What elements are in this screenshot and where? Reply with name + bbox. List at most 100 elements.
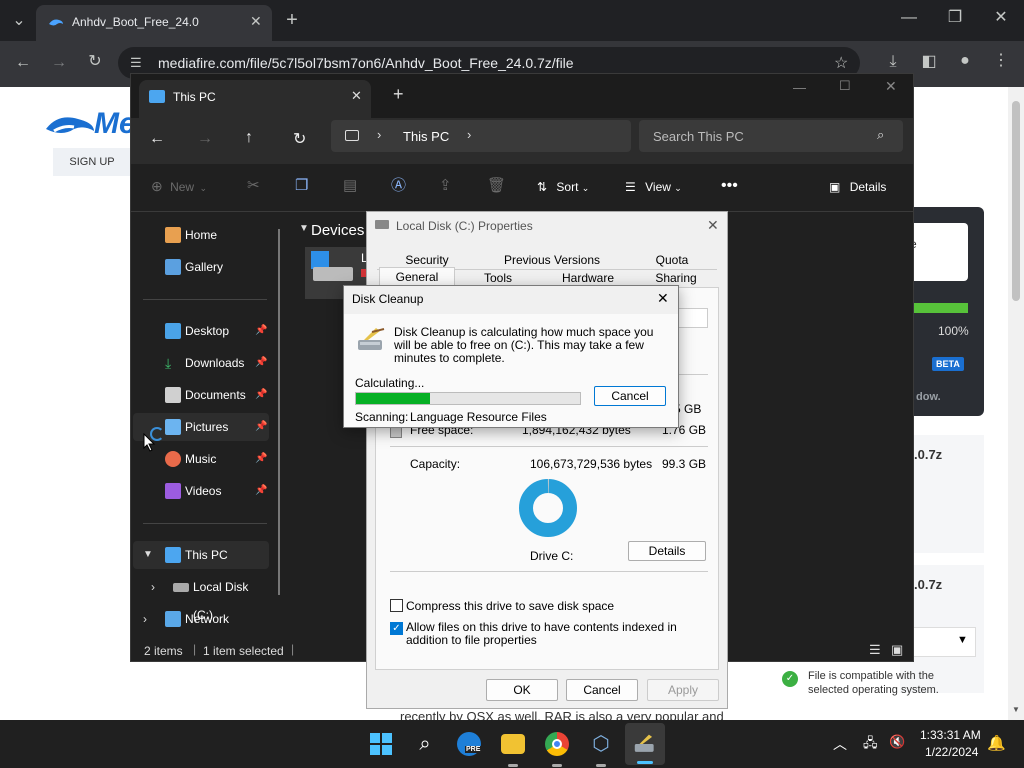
nav-item-home[interactable]: Home [133,221,269,249]
chevron-up-icon[interactable]: ︿ [833,734,847,754]
site-info-icon[interactable]: ☰ [130,55,142,71]
nav-item-this-pc[interactable]: ▼ This PC [133,541,269,569]
tab-general[interactable]: General [379,267,455,287]
side-panel-icon[interactable]: ◧ [920,54,938,70]
expand-chevron-right-icon[interactable]: › [143,605,147,633]
signup-button[interactable]: SIGN UP [53,148,131,176]
page-body-text: recently by OSX as well. RAR is also a v… [400,709,724,720]
minimize-icon[interactable]: — [900,10,918,26]
breadcrumb-item[interactable]: This PC [403,129,449,144]
new-tab-icon[interactable]: + [283,10,301,30]
page-scrollbar[interactable]: ▼ [1008,87,1024,720]
back-icon[interactable]: ← [14,55,32,71]
reload-icon[interactable]: ↻ [86,54,104,70]
close-icon[interactable]: ✕ [707,217,719,234]
breadcrumb-chevron-icon[interactable]: › [467,127,471,142]
ok-button[interactable]: OK [486,679,558,701]
details-pane-button[interactable]: ▣ Details [829,177,886,197]
compress-label: Compress this drive to save disk space [406,599,615,613]
tab-search-icon[interactable]: ⌄ [10,13,28,29]
pin-icon[interactable]: 📌 [255,413,267,441]
forward-icon[interactable]: → [197,130,213,148]
mediafire-logo[interactable]: Me [44,107,136,147]
windows-start-icon[interactable] [369,732,393,756]
cancel-button[interactable]: Cancel [594,386,666,406]
nav-scrollbar[interactable] [278,229,280,595]
pin-icon[interactable]: 📌 [255,349,267,377]
scroll-down-icon[interactable]: ▼ [1012,705,1020,714]
nav-item-documents[interactable]: Documents 📌 [133,381,269,409]
clock-time[interactable]: 1:33:31 AM [920,728,981,742]
restore-icon[interactable]: ❐ [946,10,964,26]
nav-item-network[interactable]: › Network [133,605,269,633]
copy-icon[interactable]: ❐ [295,176,308,196]
rename-icon[interactable]: Ⓐ [391,176,406,196]
nav-item-desktop[interactable]: Desktop 📌 [133,317,269,345]
refresh-icon[interactable]: ↻ [293,129,306,149]
share-icon[interactable]: ⇪ [439,176,452,196]
expand-chevron-right-icon[interactable]: › [151,573,155,601]
pin-icon[interactable]: 📌 [255,477,267,505]
nav-item-downloads[interactable]: ⤓ Downloads 📌 [133,349,269,377]
nav-item-gallery[interactable]: Gallery [133,253,269,281]
more-options-icon[interactable]: ••• [721,176,738,196]
details-view-icon[interactable]: ☰ [869,642,881,658]
notification-bell-icon[interactable]: 🔔 [987,734,1006,752]
pin-icon[interactable]: 📌 [255,317,267,345]
maximize-icon[interactable]: ☐ [839,78,851,94]
chevron-down-icon: ⌄ [581,183,590,193]
edge-icon[interactable]: PRE [457,732,482,756]
menu-kebab-icon[interactable]: ⋮ [992,53,1010,69]
pin-icon[interactable]: 📌 [255,381,267,409]
up-icon[interactable]: ↑ [245,129,253,147]
clock-date[interactable]: 1/22/2024 [925,745,978,759]
apply-button[interactable]: Apply [647,679,719,701]
bookmark-star-icon[interactable]: ☆ [834,53,848,73]
search-box[interactable]: Search This PC ⌕ [639,120,903,152]
capacity-bytes: 106,673,729,536 bytes [530,457,653,471]
close-tab-icon[interactable]: ✕ [250,13,262,30]
nav-item-local-disk[interactable]: › Local Disk (C:) [133,573,269,622]
cancel-button[interactable]: Cancel [566,679,638,701]
forward-icon[interactable]: → [50,55,68,71]
back-icon[interactable]: ← [149,130,165,148]
nav-item-videos[interactable]: Videos 📌 [133,477,269,505]
volume-mute-icon[interactable]: 🔇 [889,734,905,750]
minimize-icon[interactable]: — [793,80,806,95]
collapse-chevron-icon[interactable]: ▼ [299,223,309,234]
tiles-view-icon[interactable]: ▣ [891,642,903,658]
scanning-label: Scanning: [355,410,409,424]
details-button[interactable]: Details [628,541,706,561]
paste-icon[interactable]: ▤ [343,176,357,196]
file-explorer-icon[interactable] [501,734,525,754]
close-window-icon[interactable]: ✕ [885,78,897,95]
cut-icon[interactable]: ✂ [247,176,260,196]
network-tray-icon[interactable]: 🖧 [863,734,878,756]
new-tab-icon[interactable]: + [393,84,404,105]
sort-button[interactable]: ⇅ Sort ⌄ [537,177,589,198]
delete-icon[interactable]: 🗑 [487,176,506,196]
disk-cleanup-taskbar-button[interactable] [625,723,665,765]
close-icon[interactable]: ✕ [657,290,669,307]
view-button[interactable]: ☰ View ⌄ [625,177,682,198]
browser-tab[interactable]: Anhdv_Boot_Free_24.0 ✕ [36,5,272,41]
compress-checkbox[interactable] [390,599,403,612]
expand-chevron-down-icon[interactable]: ▼ [143,541,153,569]
pin-icon[interactable]: 📌 [255,445,267,473]
virtualbox-icon[interactable]: ⬡ [589,732,613,756]
profile-icon[interactable]: ● [956,53,974,69]
breadcrumb[interactable]: › This PC › [331,120,631,152]
tab-previous-versions[interactable]: Previous Versions [477,251,627,269]
close-tab-icon[interactable]: ✕ [351,88,362,104]
tab-quota[interactable]: Quota [637,251,707,269]
downloads-icon[interactable]: ⤓ [884,54,902,70]
search-icon[interactable]: ⌕ [413,732,437,756]
chrome-icon[interactable] [545,732,569,756]
scrollbar-thumb[interactable] [1012,101,1020,301]
index-checkbox[interactable]: ✓ [390,622,403,635]
explorer-tab[interactable]: This PC ✕ [139,80,371,118]
volume-label-input[interactable] [678,308,708,328]
close-window-icon[interactable]: ✕ [992,10,1010,26]
new-button[interactable]: ⊕ New ⌄ [151,176,207,198]
drive-label: Drive C: [530,549,574,563]
